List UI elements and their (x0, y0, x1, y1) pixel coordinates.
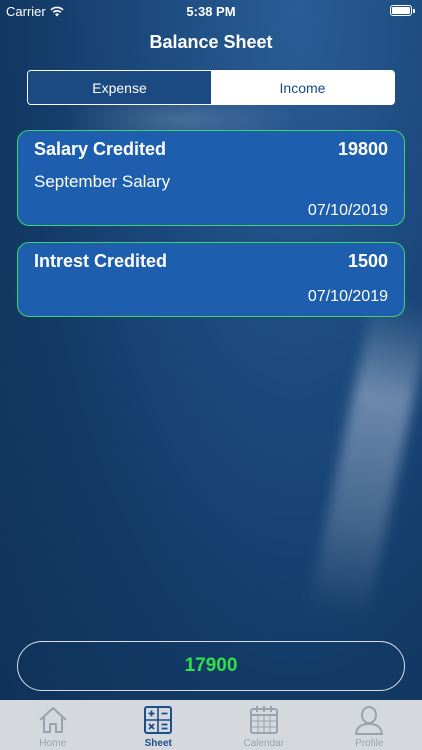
tab-label: Sheet (144, 738, 172, 749)
entry-title: Salary Credited (34, 139, 167, 159)
home-icon (39, 707, 67, 733)
calendar-icon (249, 706, 278, 734)
tab-label: Home (39, 738, 67, 749)
segment-income[interactable]: Income (211, 71, 394, 104)
tab-sheet[interactable]: Sheet (106, 700, 212, 750)
entry-card[interactable]: Intrest Credited 1500 07/10/2019 (17, 242, 405, 317)
battery-icon (390, 5, 415, 16)
entry-description: September Salary (34, 172, 171, 191)
segmented-control: Expense Income (27, 70, 395, 105)
background-light-streak (307, 297, 422, 623)
entry-card[interactable]: Salary Credited 19800 September Salary 0… (17, 130, 405, 226)
segment-expense[interactable]: Expense (28, 71, 211, 104)
tab-label: Profile (355, 738, 384, 749)
tab-label: Calendar (243, 738, 285, 749)
tab-profile[interactable]: Profile (317, 700, 422, 750)
entry-title: Intrest Credited (34, 251, 168, 271)
total-balance: 17900 (17, 641, 405, 691)
entry-amount: 1500 (347, 251, 388, 271)
entry-header-row: Intrest Credited 1500 (34, 251, 388, 272)
entry-date: 07/10/2019 (307, 202, 388, 219)
profile-icon (355, 706, 384, 735)
tab-home[interactable]: Home (0, 700, 106, 750)
status-bar: Carrier 5:38 PM (0, 0, 422, 22)
entry-date: 07/10/2019 (307, 288, 388, 305)
entry-header-row: Salary Credited 19800 (34, 139, 388, 160)
status-time: 5:38 PM (186, 4, 236, 19)
tab-calendar[interactable]: Calendar (211, 700, 317, 750)
page-title: Balance Sheet (149, 32, 273, 52)
calculator-icon (144, 706, 173, 734)
entry-amount: 19800 (337, 139, 388, 159)
tab-bar: Home Sheet Calendar Profile (0, 700, 422, 750)
